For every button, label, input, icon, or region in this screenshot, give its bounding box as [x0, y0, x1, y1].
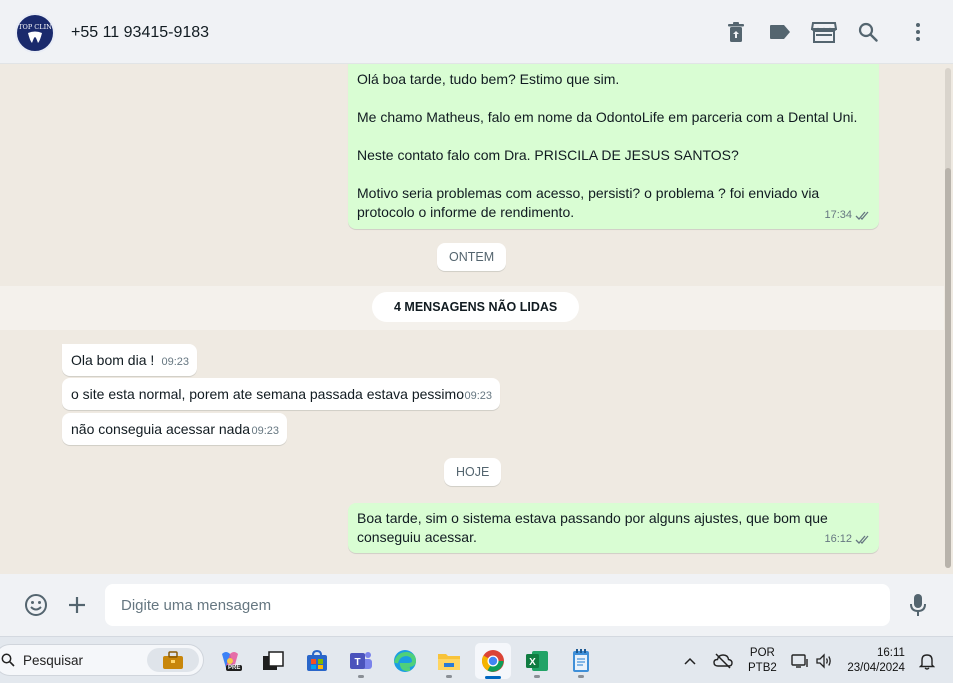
microphone-icon[interactable]: [906, 593, 930, 617]
unread-messages-label: 4 MENSAGENS NÃO LIDAS: [372, 292, 580, 322]
message-text: Olá boa tarde, tudo bem? Estimo que sim.…: [357, 71, 858, 220]
svg-text:X: X: [529, 657, 536, 668]
explorer-running-indicator: [446, 675, 452, 678]
task-view-icon[interactable]: [255, 643, 291, 679]
search-highlight-icon[interactable]: [147, 648, 199, 672]
volume-icon[interactable]: [815, 637, 833, 683]
date-separator-today: HOJE: [444, 458, 502, 486]
read-checkmarks-icon: [855, 535, 869, 544]
label-icon[interactable]: [768, 20, 792, 44]
network-icon[interactable]: [791, 637, 809, 683]
catalog-store-icon[interactable]: [810, 20, 838, 44]
outgoing-message[interactable]: Olá boa tarde, tudo bem? Estimo que sim.…: [348, 64, 879, 229]
message-time: 16:12: [824, 533, 852, 545]
notifications-bell-icon[interactable]: [919, 637, 935, 683]
file-explorer-icon[interactable]: [431, 643, 467, 679]
taskbar-search-box[interactable]: Pesquisar: [0, 644, 204, 676]
emoji-icon[interactable]: [24, 593, 48, 617]
avatar-logo-text: TOP CLIN: [18, 23, 52, 31]
show-hidden-icons-chevron-icon[interactable]: [683, 637, 697, 683]
chrome-active-indicator: [485, 676, 501, 679]
contact-name[interactable]: +55 11 93415-9183: [71, 24, 209, 42]
attach-plus-icon[interactable]: [65, 593, 89, 617]
message-time: 17:34: [824, 209, 852, 221]
message-text: o site esta normal, porem ate semana pas…: [71, 386, 464, 402]
chat-messages-area[interactable]: Olá boa tarde, tudo bem? Estimo que sim.…: [0, 64, 953, 574]
copilot-app-icon[interactable]: PRE: [212, 643, 248, 679]
delete-icon[interactable]: [724, 20, 748, 44]
excel-icon[interactable]: X: [519, 643, 555, 679]
message-text: Boa tarde, sim o sistema estava passando…: [357, 510, 828, 545]
teams-running-indicator: [358, 675, 364, 678]
microsoft-store-icon[interactable]: [299, 643, 335, 679]
incoming-message[interactable]: Ola bom dia ! 09:23: [62, 344, 197, 376]
search-icon[interactable]: [856, 20, 880, 44]
message-time: 09:23: [251, 425, 279, 437]
date-separator-yesterday: ONTEM: [437, 243, 507, 271]
message-composer: [0, 574, 953, 636]
input-language-indicator[interactable]: POR PTB2: [748, 637, 777, 683]
excel-running-indicator: [534, 675, 540, 678]
clock-time: 16:11: [877, 646, 905, 659]
windows-taskbar: Pesquisar PRE T X POR PTB2 16:11 23/04/2…: [0, 636, 953, 683]
incoming-message[interactable]: o site esta normal, porem ate semana pas…: [62, 378, 500, 410]
cloud-offline-icon[interactable]: [713, 637, 733, 683]
chrome-browser-icon[interactable]: [475, 643, 511, 679]
outgoing-message[interactable]: Boa tarde, sim o sistema estava passando…: [348, 503, 879, 553]
chat-scrollbar-thumb[interactable]: [945, 168, 951, 568]
contact-avatar[interactable]: TOP CLIN: [15, 13, 55, 53]
taskbar-clock[interactable]: 16:11 23/04/2024: [847, 637, 905, 683]
svg-text:T: T: [354, 657, 360, 668]
chat-header: TOP CLIN +55 11 93415-9183: [0, 0, 953, 64]
keyboard-layout: PTB2: [748, 661, 777, 674]
message-meta: 17:34: [824, 206, 871, 225]
teams-icon[interactable]: T: [343, 643, 379, 679]
incoming-message[interactable]: não conseguia acessar nada 09:23: [62, 413, 287, 445]
menu-icon[interactable]: [906, 20, 930, 44]
message-meta: 16:12: [824, 530, 871, 549]
taskbar-search-icon: [1, 653, 15, 667]
message-input[interactable]: [105, 584, 890, 626]
copilot-preview-badge: PRE: [226, 665, 243, 671]
notepad-running-indicator: [578, 675, 584, 678]
read-checkmarks-icon: [855, 211, 869, 220]
message-time: 09:23: [161, 356, 189, 368]
clock-date: 23/04/2024: [847, 661, 905, 674]
edge-browser-icon[interactable]: [387, 643, 423, 679]
message-time: 09:23: [464, 390, 492, 402]
chat-scrollbar[interactable]: [945, 68, 951, 568]
language-code: POR: [749, 646, 775, 659]
avatar-logo-icon: TOP CLIN: [18, 16, 52, 50]
taskbar-search-label: Pesquisar: [23, 653, 84, 668]
notepad-icon[interactable]: [563, 643, 599, 679]
